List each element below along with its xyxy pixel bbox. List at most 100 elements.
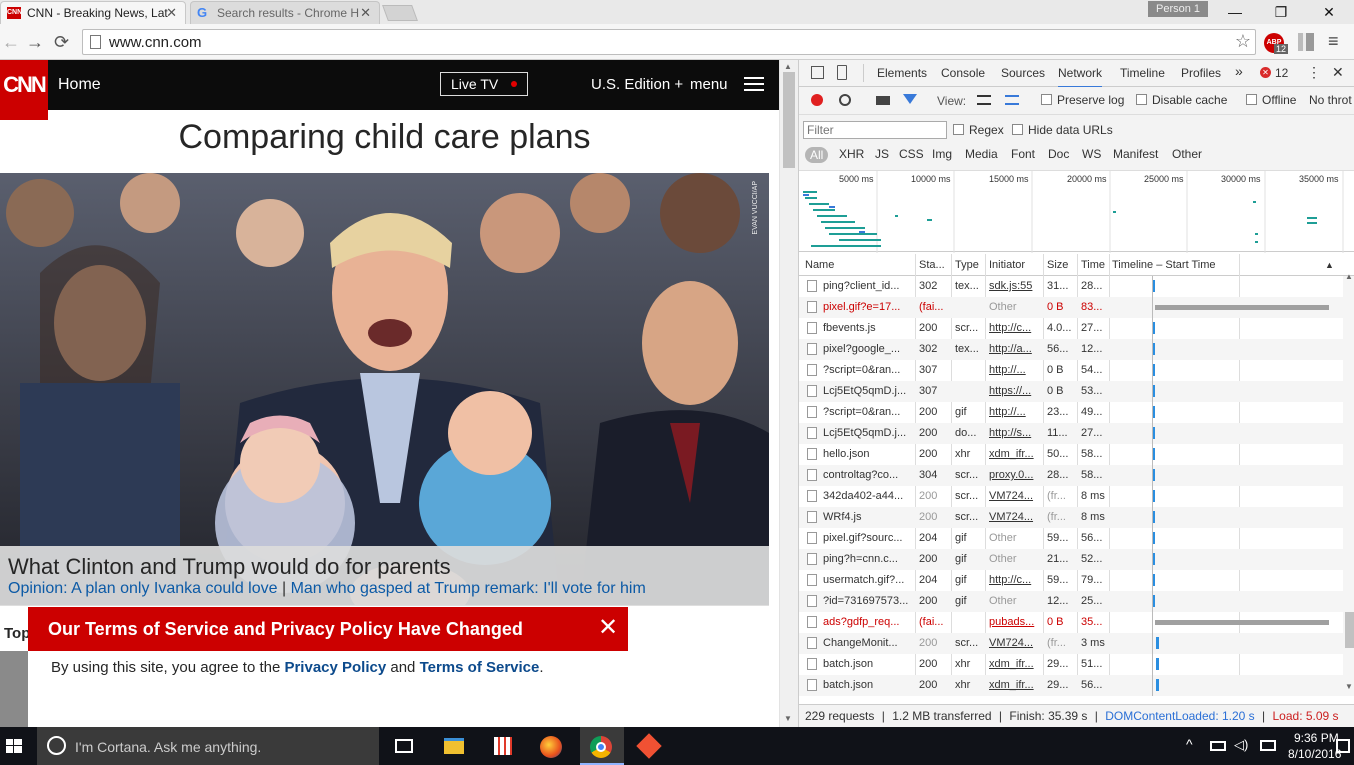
device-mode-icon[interactable]: [837, 65, 847, 80]
table-row[interactable]: fbevents.js 200 scr... http://c... 4.0... 27.…: [799, 318, 1343, 339]
cell-initiator[interactable]: xdm_ifr...: [989, 448, 1041, 460]
disable-cache-checkbox[interactable]: Disable cache: [1136, 93, 1227, 107]
cell-initiator[interactable]: Other: [989, 553, 1041, 565]
task-view-icon[interactable]: [395, 739, 413, 753]
table-row[interactable]: 342da402-a44... 200 scr... VM724... (fr... 8 …: [799, 486, 1343, 507]
table-row[interactable]: pixel.gif?sourc... 204 gif Other 59... 56...: [799, 528, 1343, 549]
scroll-down-arrow[interactable]: ▼: [1345, 682, 1353, 691]
table-row[interactable]: ping?client_id... 302 tex... sdk.js:55 31...…: [799, 276, 1343, 297]
preserve-log-checkbox[interactable]: Preserve log: [1041, 93, 1124, 107]
cell-initiator[interactable]: VM724...: [989, 637, 1041, 649]
story-thumbnail[interactable]: [0, 651, 28, 727]
file-explorer-icon[interactable]: [444, 738, 464, 754]
column-time[interactable]: Time: [1081, 259, 1105, 271]
hamburger-icon[interactable]: [744, 77, 764, 91]
close-devtools-icon[interactable]: ✕: [1332, 64, 1344, 81]
scrollbar-thumb[interactable]: [1345, 612, 1354, 648]
table-row[interactable]: ?script=0&ran... 200 gif http://... 23... 49.…: [799, 402, 1343, 423]
cell-initiator[interactable]: sdk.js:55: [989, 280, 1041, 292]
hide-data-urls-checkbox[interactable]: Hide data URLs: [1012, 123, 1113, 137]
table-row[interactable]: pixel.gif?e=17... (fai... Other 0 B 83...: [799, 297, 1343, 318]
table-row[interactable]: Lcj5EtQ5qmD.j... 307 https://... 0 B 53...: [799, 381, 1343, 402]
tab-console[interactable]: Console: [941, 66, 985, 80]
throttle-select[interactable]: No throt: [1309, 93, 1352, 107]
tab-timeline[interactable]: Timeline: [1120, 66, 1165, 80]
cell-initiator[interactable]: xdm_ifr...: [989, 658, 1041, 670]
close-icon[interactable]: ✕: [166, 2, 177, 24]
large-rows-icon[interactable]: [977, 95, 991, 105]
offline-checkbox[interactable]: Offline: [1246, 93, 1296, 107]
menu-label[interactable]: menu: [690, 76, 728, 93]
table-row[interactable]: batch.json 200 xhr xdm_ifr... 29... 56...: [799, 675, 1343, 696]
volume-icon[interactable]: ◁): [1234, 737, 1248, 753]
inspect-element-icon[interactable]: [811, 66, 824, 79]
tab-network[interactable]: Network: [1058, 66, 1103, 88]
cell-initiator[interactable]: http://s...: [989, 427, 1041, 439]
tab-sources[interactable]: Sources: [1001, 66, 1045, 80]
reload-icon[interactable]: ⟳: [54, 32, 69, 53]
table-row[interactable]: ChangeMonit... 200 scr... VM724... (fr... 3 m…: [799, 633, 1343, 654]
filter-xhr[interactable]: XHR: [839, 147, 864, 161]
live-tv-button[interactable]: Live TV: [440, 72, 528, 96]
battery-icon[interactable]: [1210, 741, 1226, 751]
new-tab-button[interactable]: [382, 5, 418, 21]
tab-elements[interactable]: Elements: [877, 66, 927, 80]
table-row[interactable]: hello.json 200 xhr xdm_ifr... 50... 58...: [799, 444, 1343, 465]
clear-icon[interactable]: [839, 94, 851, 106]
cell-initiator[interactable]: proxy.0...: [989, 469, 1041, 481]
cell-initiator[interactable]: xdm_ifr...: [989, 679, 1041, 691]
page-headline[interactable]: Comparing child care plans: [0, 118, 769, 157]
cell-initiator[interactable]: http://...: [989, 364, 1041, 376]
privacy-policy-link[interactable]: Privacy Policy: [284, 659, 386, 676]
keyboard-icon[interactable]: [1260, 740, 1276, 751]
cell-initiator[interactable]: VM724...: [989, 511, 1041, 523]
address-bar[interactable]: www.cnn.com ☆: [82, 29, 1256, 55]
tray-chevron-icon[interactable]: ^: [1186, 736, 1193, 752]
filter-all[interactable]: All: [805, 147, 829, 163]
filter-img[interactable]: Img: [932, 147, 952, 161]
close-icon[interactable]: ✕: [360, 2, 371, 24]
filter-js[interactable]: JS: [875, 147, 889, 161]
request-table-scrollbar[interactable]: ▲ ▼: [1343, 272, 1354, 696]
table-row[interactable]: usermatch.gif?... 204 gif http://c... 59... 7…: [799, 570, 1343, 591]
cnn-logo[interactable]: CNN: [0, 60, 48, 120]
table-row[interactable]: WRf4.js 200 scr... VM724... (fr... 8 ms: [799, 507, 1343, 528]
regex-checkbox[interactable]: Regex: [953, 123, 1004, 137]
windows-start-icon[interactable]: [6, 739, 22, 753]
hero-photo[interactable]: EVAN VUCCI/AP: [0, 173, 769, 605]
more-tabs-icon[interactable]: »: [1235, 63, 1243, 79]
table-row[interactable]: batch.json 200 xhr xdm_ifr... 29... 51...: [799, 654, 1343, 675]
cell-initiator[interactable]: http://c...: [989, 574, 1041, 586]
sort-arrow-icon[interactable]: ▲: [1325, 260, 1334, 270]
cell-initiator[interactable]: pubads...: [989, 616, 1041, 628]
edition-selector[interactable]: U.S. Edition +: [591, 76, 683, 93]
error-icon[interactable]: ✕: [1260, 67, 1271, 78]
table-row[interactable]: ping?h=cnn.c... 200 gif Other 21... 52...: [799, 549, 1343, 570]
column-initiator[interactable]: Initiator: [989, 259, 1025, 271]
tab-search-results[interactable]: G Search results - Chrome H ✕: [190, 1, 380, 24]
cell-initiator[interactable]: Other: [989, 595, 1041, 607]
filter-manifest[interactable]: Manifest: [1113, 147, 1158, 161]
table-row[interactable]: Lcj5EtQ5qmD.j... 200 do... http://s... 11...…: [799, 423, 1343, 444]
menu-icon[interactable]: ≡: [1328, 31, 1339, 52]
cell-initiator[interactable]: http://a...: [989, 343, 1041, 355]
filter-ws[interactable]: WS: [1082, 147, 1101, 161]
caption-title[interactable]: What Clinton and Trump would do for pare…: [8, 554, 451, 580]
caption-link-gasped[interactable]: Man who gasped at Trump remark: I'll vot…: [291, 580, 646, 597]
tab-cnn[interactable]: CNN CNN - Breaking News, Lat ✕: [0, 1, 186, 24]
clock-date[interactable]: 8/10/2016: [1288, 747, 1341, 761]
cortana-search-box[interactable]: I'm Cortana. Ask me anything.: [37, 727, 379, 765]
extension-icon[interactable]: [1298, 33, 1314, 51]
devtools-menu-icon[interactable]: ⋮: [1307, 64, 1321, 81]
cell-initiator[interactable]: http://...: [989, 406, 1041, 418]
column-name[interactable]: Name: [805, 259, 834, 271]
column-status[interactable]: Sta...: [919, 259, 945, 271]
cell-initiator[interactable]: VM724...: [989, 490, 1041, 502]
clock-time[interactable]: 9:36 PM: [1294, 731, 1339, 745]
bookmark-star-icon[interactable]: ☆: [1235, 31, 1251, 52]
forward-icon[interactable]: →: [26, 32, 44, 53]
table-row[interactable]: pixel?google_... 302 tex... http://a... 56..…: [799, 339, 1343, 360]
column-size[interactable]: Size: [1047, 259, 1068, 271]
table-row[interactable]: controltag?co... 304 scr... proxy.0... 28...…: [799, 465, 1343, 486]
filter-media[interactable]: Media: [965, 147, 998, 161]
